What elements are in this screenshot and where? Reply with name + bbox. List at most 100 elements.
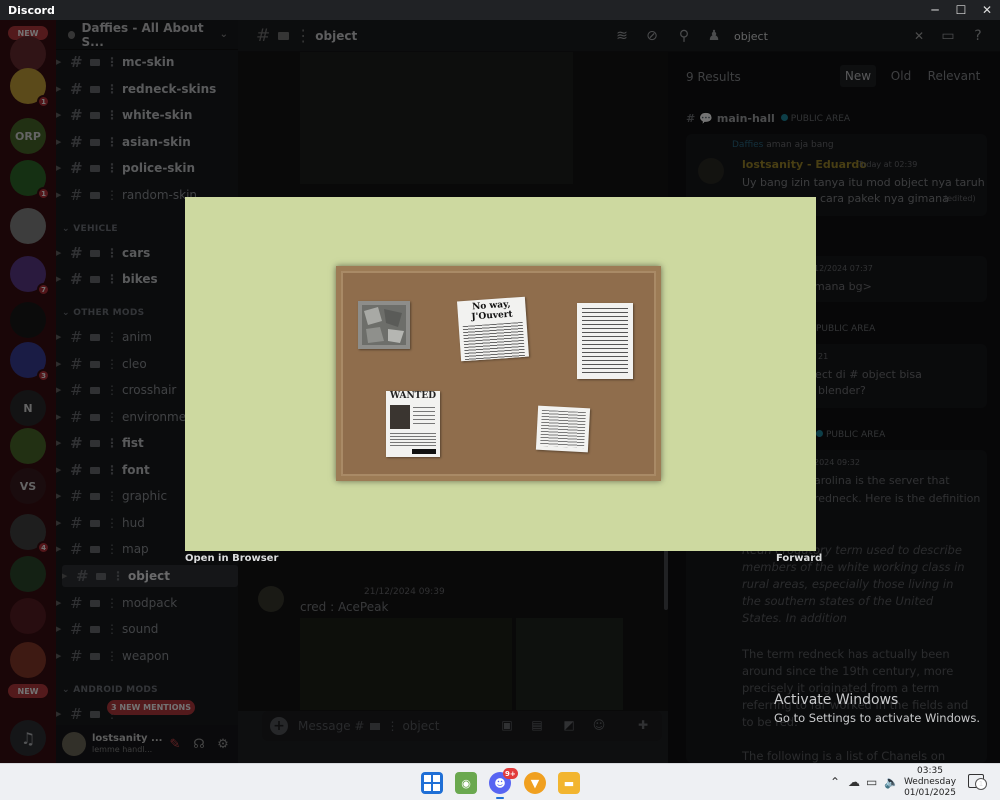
gif-icon[interactable]: ▤ — [528, 716, 546, 734]
result-author[interactable]: lostsanity - Eduardo — [742, 158, 867, 171]
channel-item[interactable]: ▶ # ⋮ object — [62, 565, 238, 587]
android-studio-icon[interactable]: ◉ — [455, 772, 477, 794]
close-button[interactable]: ✕ — [974, 0, 1000, 20]
message-image[interactable] — [300, 52, 573, 184]
expand-arrow-icon[interactable]: ▶ — [56, 625, 66, 633]
expand-arrow-icon[interactable]: ▶ — [56, 191, 66, 199]
channel-category[interactable]: ⌄ VEHICLE — [62, 224, 118, 234]
sort-new-tab[interactable]: New — [840, 65, 876, 87]
expand-arrow-icon[interactable]: ▶ — [56, 710, 66, 718]
maximize-button[interactable]: ☐ — [948, 0, 974, 20]
new-unreads-pill-bottom[interactable]: NEW — [8, 684, 48, 698]
server-icon[interactable]: 1 — [10, 160, 50, 200]
channel-item[interactable]: ▶ # ⋮ police-skin — [56, 157, 238, 179]
image-preview-modal[interactable]: No way, J'Ouvert WANTED — [185, 197, 816, 551]
message-image[interactable] — [516, 618, 623, 710]
avatar[interactable] — [698, 158, 724, 184]
channel-item[interactable]: ▶ # ⋮ weapon — [56, 645, 238, 667]
pin-icon[interactable]: ⚲ — [674, 26, 694, 46]
inbox-icon[interactable]: ▭ — [938, 26, 958, 46]
sort-old-tab[interactable]: Old — [884, 65, 918, 87]
headphones-icon[interactable]: ☊ — [190, 735, 208, 753]
gear-icon[interactable]: ⚙ — [214, 735, 232, 753]
notification-bell-muted-icon[interactable]: ⊘ — [642, 26, 662, 46]
forward-button[interactable]: Forward — [776, 553, 822, 564]
server-icon[interactable] — [10, 642, 46, 678]
channel-item[interactable]: ▶ # ⋮ sound — [56, 618, 238, 640]
notifications-icon[interactable]: 1 — [968, 774, 987, 790]
expand-arrow-icon[interactable]: ▶ — [56, 466, 66, 474]
apps-icon[interactable]: ✚ — [634, 716, 652, 734]
server-icon[interactable]: ORP — [10, 118, 46, 154]
expand-arrow-icon[interactable]: ▶ — [56, 360, 66, 368]
cloud-icon[interactable]: ☁ — [848, 775, 860, 789]
expand-arrow-icon[interactable]: ▶ — [56, 519, 66, 527]
sticker-icon[interactable]: ◩ — [560, 716, 578, 734]
sort-relevant-tab[interactable]: Relevant — [926, 65, 982, 87]
server-header[interactable]: Daffies - All About S... ⌄ — [56, 20, 238, 50]
result-channel-header[interactable]: # 💬 main-hall PUBLIC AREA — [686, 112, 850, 125]
channel-item[interactable]: ▶ # ⋮ modpack — [56, 592, 238, 614]
expand-arrow-icon[interactable]: ▶ — [56, 492, 66, 500]
chevron-up-icon[interactable]: ⌃ — [830, 775, 840, 789]
server-icon[interactable] — [10, 208, 46, 244]
file-explorer-icon[interactable]: ▬ — [558, 772, 580, 794]
music-icon[interactable]: ♫ — [10, 720, 46, 756]
threads-icon[interactable]: ≋ — [612, 26, 632, 46]
channel-item[interactable]: ▶ # ⋮ white-skin — [56, 104, 238, 126]
expand-arrow-icon[interactable]: ▶ — [56, 333, 66, 341]
server-icon[interactable]: 3 — [10, 342, 50, 382]
result-channel-header[interactable]: PUBLIC AREA — [816, 430, 885, 440]
expand-arrow-icon[interactable]: ▶ — [56, 111, 66, 119]
expand-arrow-icon[interactable]: ▶ — [56, 599, 66, 607]
server-icon[interactable] — [10, 36, 46, 72]
expand-arrow-icon[interactable]: ▶ — [56, 164, 66, 172]
channel-item[interactable]: ▶ # ⋮ redneck-skins — [56, 78, 238, 100]
start-windows-icon[interactable] — [421, 772, 443, 794]
help-icon[interactable]: ? — [968, 26, 988, 46]
server-icon[interactable] — [10, 428, 46, 464]
channel-category[interactable]: ⌄ OTHER MODS — [62, 308, 144, 318]
minimize-button[interactable]: ─ — [922, 0, 948, 20]
avatar[interactable] — [258, 586, 284, 612]
expand-arrow-icon[interactable]: ▶ — [56, 85, 66, 93]
server-icon[interactable]: VS — [10, 468, 46, 504]
server-icon[interactable]: N — [10, 390, 46, 426]
expand-arrow-icon[interactable]: ▶ — [56, 249, 66, 257]
expand-arrow-icon[interactable]: ▶ — [56, 275, 66, 283]
expand-arrow-icon[interactable]: ▶ — [56, 386, 66, 394]
vpn-shield-icon[interactable]: ▼ — [524, 772, 546, 794]
server-icon[interactable]: 4 — [10, 514, 50, 554]
open-in-browser-link[interactable]: Open in Browser — [185, 553, 278, 564]
expand-arrow-icon[interactable]: ▶ — [56, 652, 66, 660]
message-image[interactable] — [300, 618, 512, 710]
add-attachment-icon[interactable]: + — [270, 717, 288, 735]
server-icon[interactable]: 7 — [10, 256, 50, 296]
expand-arrow-icon[interactable]: ▶ — [56, 58, 66, 66]
volume-icon[interactable]: 🔈 — [884, 775, 899, 789]
search-input[interactable]: object ✕ — [734, 26, 924, 46]
channel-item[interactable]: ▶ # ⋮ mc-skin — [56, 51, 238, 73]
new-mentions-pill[interactable]: 3 NEW MENTIONS — [107, 700, 195, 715]
expand-arrow-icon[interactable]: ▶ — [62, 572, 72, 580]
channel-category[interactable]: ⌄ ANDROID MODS — [62, 685, 158, 695]
expand-arrow-icon[interactable]: ▶ — [56, 439, 66, 447]
expand-arrow-icon[interactable]: ▶ — [56, 545, 66, 553]
clear-search-icon[interactable]: ✕ — [914, 29, 924, 43]
expand-arrow-icon[interactable]: ▶ — [56, 138, 66, 146]
gift-icon[interactable]: ▣ — [498, 716, 516, 734]
member-list-icon[interactable]: ♟ — [704, 26, 724, 46]
mute-mic-icon[interactable]: ✎ — [166, 735, 184, 753]
server-icon[interactable] — [10, 302, 46, 338]
chevron-down-icon[interactable]: ⌄ — [220, 29, 228, 40]
expand-arrow-icon[interactable]: ▶ — [56, 413, 66, 421]
avatar[interactable] — [62, 732, 86, 756]
result-channel-header[interactable]: PUBLIC AREA — [816, 324, 875, 334]
server-icon[interactable] — [10, 556, 46, 592]
emoji-icon[interactable]: ☺ — [590, 716, 608, 734]
network-icon[interactable]: ▭ — [866, 775, 877, 789]
server-icon[interactable]: 1 — [10, 68, 50, 108]
server-icon[interactable] — [10, 598, 46, 634]
channel-item[interactable]: ▶ # ⋮ asian-skin — [56, 131, 238, 153]
clock[interactable]: 03:35 Wednesday 01/01/2025 — [898, 766, 962, 799]
